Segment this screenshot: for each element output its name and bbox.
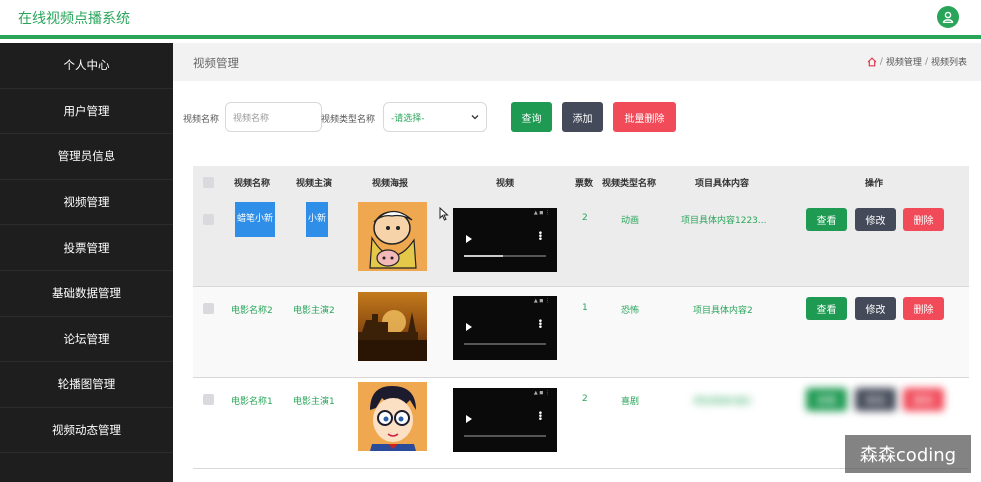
more-options-icon[interactable]: • • •	[538, 410, 543, 425]
edit-button[interactable]: 修改	[855, 208, 896, 231]
video-progress-bar[interactable]	[464, 343, 546, 345]
more-options-icon[interactable]: • • •	[538, 230, 543, 245]
video-player[interactable]: ▲ ◼ ⋮ • • •	[453, 388, 557, 452]
type-cell: 恐怖	[621, 306, 640, 316]
actor-cell: 小新	[306, 202, 329, 237]
video-type-label: 视频类型名称	[321, 115, 376, 125]
header-actor: 视频主演	[296, 179, 333, 189]
row-checkbox[interactable]	[203, 394, 214, 405]
video-progress-bar[interactable]	[464, 435, 546, 437]
sidebar-item-label: 论坛管理	[63, 331, 110, 346]
home-icon[interactable]	[867, 56, 877, 67]
breadcrumb-item-current: 视频列表	[930, 58, 967, 68]
poster-image	[358, 382, 427, 451]
poster-image	[358, 202, 427, 271]
sidebar-item-admin-info[interactable]: 管理员信息	[0, 134, 173, 180]
play-icon[interactable]	[466, 235, 472, 243]
add-button[interactable]: 添加	[562, 102, 603, 132]
row-checkbox[interactable]	[203, 214, 214, 225]
sidebar-item-label: 轮播图管理	[57, 377, 116, 392]
app-title: 在线视频点播系统	[18, 11, 130, 27]
video-player[interactable]: ▲ ◼ ⋮ • • •	[453, 208, 557, 272]
sidebar-item-label: 视频动态管理	[52, 423, 121, 438]
header-video-name: 视频名称	[234, 179, 271, 189]
votes-cell: 2	[582, 213, 588, 223]
delete-button[interactable]: 删除	[903, 388, 944, 411]
sidebar: 个人中心 用户管理 管理员信息 视频管理 投票管理 基础数据管理 论坛管理 轮播…	[0, 43, 173, 482]
watermark: 森森coding	[845, 435, 971, 473]
video-name-label: 视频名称	[183, 115, 220, 125]
content-cell: 项目具体内容1	[693, 397, 753, 407]
top-bar: 在线视频点播系统	[0, 0, 981, 39]
sidebar-item-base-data[interactable]: 基础数据管理	[0, 271, 173, 317]
video-name-placeholder: 视频名称	[233, 113, 270, 124]
poster-image	[358, 292, 427, 361]
batch-delete-button[interactable]: 批量删除	[613, 102, 676, 132]
video-progress-bar[interactable]	[464, 255, 546, 257]
delete-button[interactable]: 删除	[903, 297, 944, 320]
votes-cell: 2	[582, 394, 588, 404]
sidebar-item-label: 管理员信息	[57, 149, 116, 164]
user-avatar[interactable]	[937, 6, 959, 28]
more-options-icon[interactable]: • • •	[538, 318, 543, 333]
breadcrumb: / 视频管理 / 视频列表	[867, 55, 967, 68]
sidebar-item-forum[interactable]: 论坛管理	[0, 317, 173, 363]
actor-cell: 电影主演1	[293, 397, 335, 407]
select-all-checkbox[interactable]	[203, 177, 214, 188]
edit-button[interactable]: 修改	[855, 388, 896, 411]
video-player[interactable]: ▲ ◼ ⋮ • • •	[453, 296, 557, 360]
breadcrumb-item[interactable]: 视频管理	[886, 55, 922, 68]
view-button[interactable]: 查看	[806, 297, 847, 320]
actor-cell: 电影主演2	[293, 306, 335, 316]
sidebar-item-label: 个人中心	[63, 58, 110, 73]
view-button[interactable]: 查看	[806, 388, 847, 411]
content-cell: 项目具体内容1223...	[681, 216, 767, 226]
header-content: 项目具体内容	[695, 179, 750, 189]
play-icon[interactable]	[466, 415, 472, 423]
content-cell: 项目具体内容2	[693, 306, 753, 316]
row-checkbox[interactable]	[203, 303, 214, 314]
table-header: 视频名称 视频主演 视频海报 视频 票数 视频类型名称 项目具体内容 操作	[193, 166, 969, 198]
video-name-input[interactable]: 视频名称	[225, 102, 322, 132]
page-title: 视频管理	[193, 56, 239, 70]
video-name-cell: 蜡笔小新	[235, 202, 276, 237]
sidebar-item-label: 用户管理	[63, 103, 110, 118]
sidebar-item-label: 基础数据管理	[52, 286, 121, 301]
play-icon[interactable]	[466, 323, 472, 331]
header-type: 视频类型名称	[602, 179, 657, 189]
table-row: 电影名称2 电影主演2 ▲ ◼ ⋮ • • • 1 恐怖 项目具体内容2 查看 修改	[193, 287, 969, 378]
query-button[interactable]: 查询	[511, 102, 552, 132]
table-row: 蜡笔小新 小新 ▲ ◼ ⋮ • • • 2 动画 项目具体内容1223... 查…	[193, 198, 969, 287]
filter-bar: 视频名称 视频名称 视频类型名称 -请选择- 查询 添加 批量删除	[173, 102, 981, 134]
mouse-cursor-icon	[439, 207, 449, 221]
video-type-selected: -请选择-	[391, 113, 425, 124]
sidebar-item-label: 投票管理	[63, 240, 110, 255]
header-poster: 视频海报	[372, 179, 409, 189]
edit-button[interactable]: 修改	[855, 297, 896, 320]
user-icon	[942, 11, 954, 23]
sidebar-item-carousel[interactable]: 轮播图管理	[0, 362, 173, 408]
page-header: 视频管理 / 视频管理 / 视频列表	[173, 43, 981, 81]
sidebar-item-video-news[interactable]: 视频动态管理	[0, 408, 173, 454]
sidebar-item-user-management[interactable]: 用户管理	[0, 89, 173, 135]
votes-cell: 1	[582, 303, 588, 313]
sidebar-item-label: 视频管理	[63, 195, 110, 210]
header-video: 视频	[496, 179, 515, 189]
view-button[interactable]: 查看	[806, 208, 847, 231]
sidebar-item-video-management[interactable]: 视频管理	[0, 180, 173, 226]
video-name-cell: 电影名称1	[231, 397, 273, 407]
header-actions: 操作	[865, 179, 884, 189]
main-content: 视频管理 / 视频管理 / 视频列表 视频名称 视频名称 视频类型名称 -请选择…	[173, 43, 981, 482]
video-type-select[interactable]: -请选择-	[383, 102, 487, 132]
video-name-cell: 电影名称2	[231, 306, 273, 316]
type-cell: 动画	[621, 216, 640, 226]
header-votes: 票数	[575, 179, 594, 189]
delete-button[interactable]: 删除	[903, 208, 944, 231]
sidebar-item-vote-management[interactable]: 投票管理	[0, 225, 173, 271]
sidebar-item-personal-center[interactable]: 个人中心	[0, 43, 173, 89]
chevron-down-icon	[471, 115, 479, 120]
type-cell: 喜剧	[621, 397, 640, 407]
